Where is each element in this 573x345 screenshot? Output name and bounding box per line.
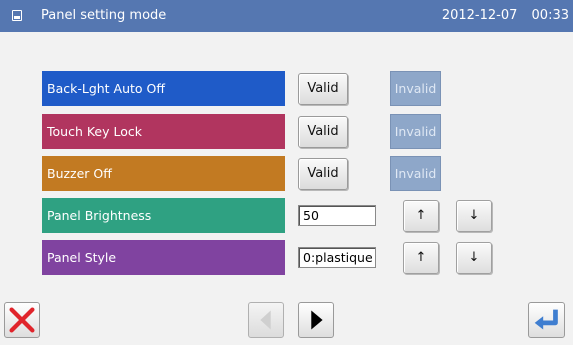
setting-label-touch-key-lock: Touch Key Lock [42,114,285,149]
close-icon [9,307,35,333]
setting-label-panel-style: Panel Style [42,240,285,275]
enter-button[interactable] [528,302,565,338]
datetime: 2012-12-07 00:33 [432,8,569,23]
touch-key-lock-invalid-button[interactable]: Invalid [390,114,441,149]
panel-brightness-value[interactable]: 50 [298,205,376,226]
touch-key-lock-valid-button[interactable]: Valid [298,116,348,148]
previous-page-button[interactable] [248,302,284,338]
date-display: 2012-12-07 [441,8,518,23]
next-page-button[interactable] [298,302,334,338]
panel-icon [12,10,22,21]
backlight-invalid-button[interactable]: Invalid [390,71,441,106]
triangle-right-icon [311,310,323,330]
style-up-button[interactable]: ↑ [403,242,439,274]
buzzer-valid-button[interactable]: Valid [298,158,348,190]
page-title: Panel setting mode [41,8,167,23]
backlight-valid-button[interactable]: Valid [298,73,348,105]
buzzer-invalid-button[interactable]: Invalid [390,156,441,191]
setting-label-panel-brightness: Panel Brightness [42,198,285,233]
time-display: 00:33 [531,8,569,23]
cancel-button[interactable] [4,302,40,338]
title-bar: Panel setting mode 2012-12-07 00:33 [0,0,573,32]
setting-label-backlight-auto-off: Back-Lght Auto Off [42,71,285,106]
setting-label-buzzer-off: Buzzer Off [42,156,285,191]
triangle-left-icon [260,310,271,330]
brightness-down-button[interactable]: ↓ [456,200,492,232]
style-down-button[interactable]: ↓ [456,242,492,274]
brightness-up-button[interactable]: ↑ [403,200,439,232]
enter-arrow-icon [534,309,558,330]
panel-style-value[interactable]: 0:plastique [298,247,376,268]
